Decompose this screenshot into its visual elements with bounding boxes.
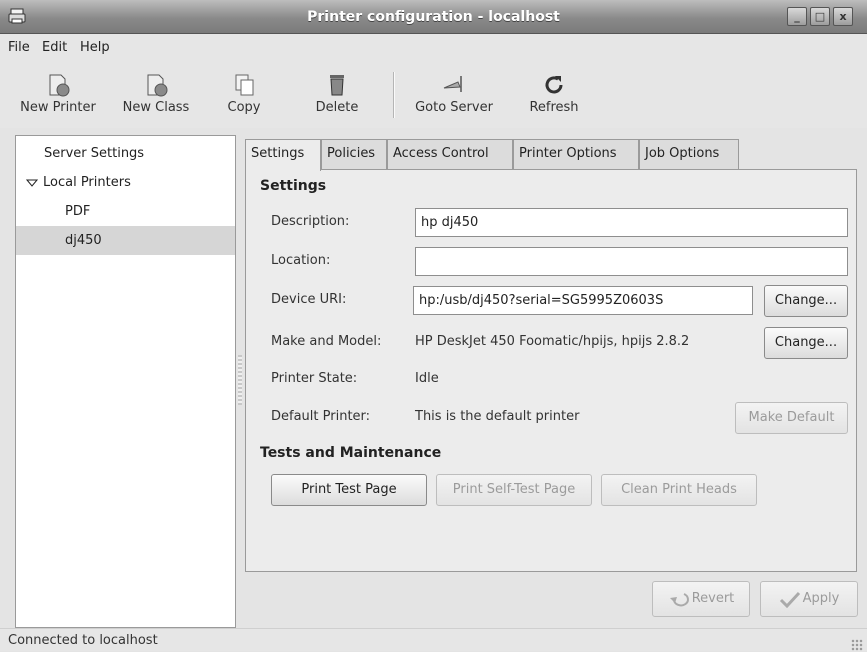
toolbar: New Printer New Class Copy Delete Goto S…	[0, 62, 867, 128]
make-model-label: Make and Model:	[271, 334, 382, 349]
clean-print-heads-button[interactable]: Clean Print Heads	[601, 474, 757, 506]
default-printer-label: Default Printer:	[271, 409, 371, 424]
goto-server-icon	[443, 76, 462, 92]
default-printer-value: This is the default printer	[415, 409, 580, 424]
checkmark-icon	[779, 591, 800, 608]
tree-item-pdf[interactable]: PDF	[16, 197, 235, 226]
description-label: Description:	[271, 214, 350, 229]
tree-item-dj450[interactable]: dj450	[16, 226, 235, 255]
tree-item-local-printers-label: Local Printers	[43, 175, 131, 190]
location-label: Location:	[271, 253, 331, 268]
tab-access-control[interactable]: Access Control	[387, 139, 513, 169]
copy-button[interactable]: Copy	[222, 62, 266, 128]
status-text: Connected to localhost	[8, 633, 158, 648]
goto-server-button[interactable]: Goto Server	[404, 62, 504, 128]
tab-job-options[interactable]: Job Options	[639, 139, 739, 169]
pane-resize-handle[interactable]	[238, 355, 242, 405]
delete-button[interactable]: Delete	[308, 62, 366, 128]
close-button[interactable]: x	[833, 7, 853, 26]
new-printer-button[interactable]: New Printer	[10, 62, 106, 128]
settings-section-title: Settings	[260, 178, 327, 194]
copy-icon	[235, 74, 254, 96]
tree-item-server-settings[interactable]: Server Settings	[16, 139, 235, 168]
tab-policies[interactable]: Policies	[321, 139, 387, 169]
make-model-value: HP DeskJet 450 Foomatic/hpijs, hpijs 2.8…	[415, 334, 690, 349]
print-self-test-page-button[interactable]: Print Self-Test Page	[436, 474, 592, 506]
device-uri-label: Device URI:	[271, 292, 347, 307]
tree-item-local-printers[interactable]: Local Printers	[16, 168, 235, 197]
apply-button[interactable]: Apply	[760, 581, 858, 617]
minimize-button[interactable]: _	[787, 7, 807, 26]
revert-label: Revert	[691, 591, 735, 606]
printer-tree: Server Settings Local Printers PDF dj450	[15, 135, 236, 628]
menu-bar: File Edit Help	[0, 34, 867, 62]
tab-printer-options[interactable]: Printer Options	[513, 139, 639, 169]
description-field[interactable]: hp dj450	[415, 208, 848, 237]
apply-label: Apply	[802, 591, 840, 606]
toolbar-separator	[393, 72, 395, 118]
new-printer-icon	[49, 74, 70, 97]
menu-edit[interactable]: Edit	[42, 34, 67, 62]
resize-grip[interactable]	[851, 639, 863, 651]
printer-state-label: Printer State:	[271, 371, 358, 386]
make-default-button[interactable]: Make Default	[735, 402, 848, 434]
change-device-button[interactable]: Change...	[764, 285, 848, 317]
window-title: Printer configuration - localhost	[307, 9, 560, 25]
refresh-button[interactable]: Refresh	[522, 62, 586, 128]
maximize-button[interactable]: □	[810, 7, 830, 26]
tests-section-title: Tests and Maintenance	[260, 445, 442, 461]
revert-button[interactable]: Revert	[652, 581, 750, 617]
expander-down-icon[interactable]	[26, 177, 38, 189]
revert-icon	[669, 592, 689, 606]
printer-state-value: Idle	[415, 371, 439, 386]
delete-icon	[330, 75, 344, 96]
title-bar[interactable]: Printer configuration - localhost _ □ x	[0, 0, 867, 34]
menu-file[interactable]: File	[8, 34, 30, 62]
new-class-icon	[147, 74, 168, 97]
device-uri-field[interactable]: hp:/usb/dj450?serial=SG5995Z0603S	[413, 286, 753, 315]
location-field[interactable]	[415, 247, 848, 276]
new-class-button[interactable]: New Class	[110, 62, 202, 128]
status-bar: Connected to localhost	[0, 628, 867, 651]
tab-settings[interactable]: Settings	[245, 139, 321, 171]
change-model-button[interactable]: Change...	[764, 327, 848, 359]
menu-help[interactable]: Help	[80, 34, 110, 62]
print-test-page-button[interactable]: Print Test Page	[271, 474, 427, 506]
refresh-icon	[545, 76, 563, 94]
